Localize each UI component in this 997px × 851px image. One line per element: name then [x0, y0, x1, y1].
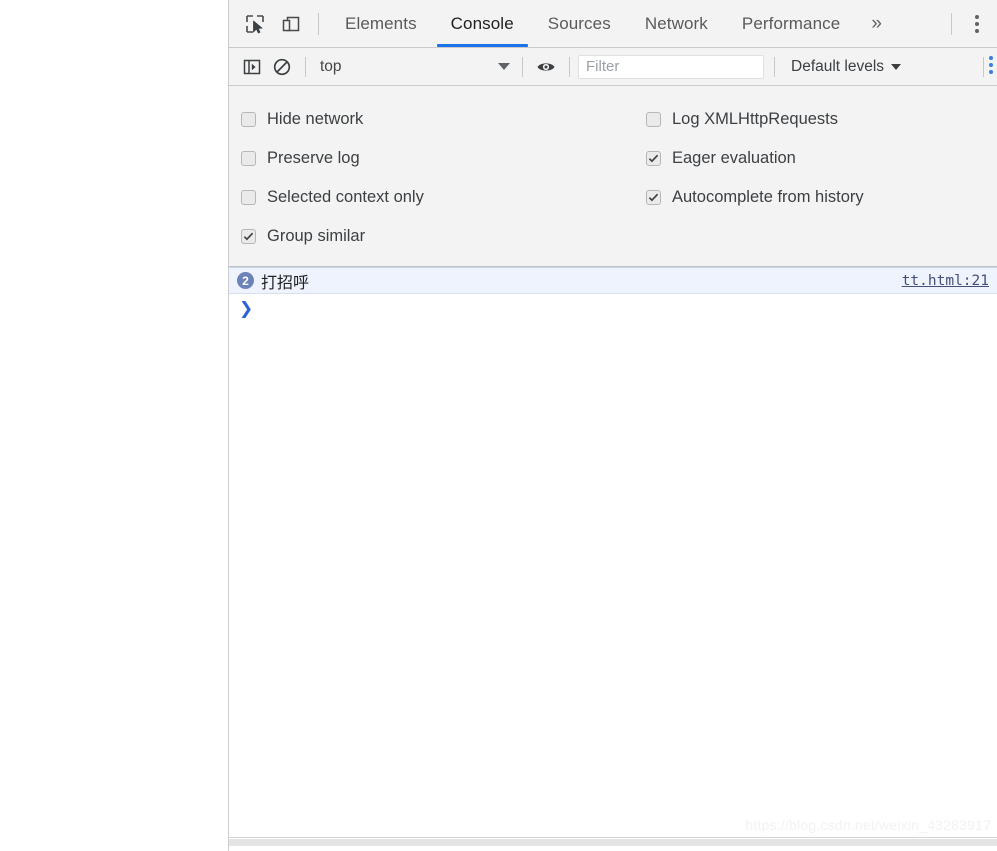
tab-sources-label: Sources [547, 13, 611, 33]
toolbar-divider-5 [983, 56, 984, 77]
settings-dot-1 [989, 55, 993, 60]
preserve-log-checkbox[interactable] [241, 151, 256, 166]
more-tabs-glyph: » [871, 12, 882, 34]
console-horizontal-scrollbar[interactable] [229, 837, 997, 851]
log-levels-selector[interactable]: Default levels [785, 54, 907, 80]
log-levels-label: Default levels [791, 57, 885, 75]
console-prompt-row[interactable]: ❯ [229, 294, 997, 324]
execution-context-selector[interactable]: top [314, 54, 514, 80]
console-message-row[interactable]: 2 打招呼 tt.html:21 [229, 267, 997, 294]
scrollbar-thumb[interactable] [229, 839, 997, 846]
more-tabs-chevron-icon[interactable]: » [857, 6, 896, 42]
kebab-cut-dots [989, 55, 993, 74]
devtools-tabbar: Elements Console Sources Network Perform… [229, 0, 997, 48]
eager-evaluation-label: Eager evaluation [672, 149, 796, 167]
autocomplete-from-history-checkbox[interactable] [646, 190, 661, 205]
console-filter-input[interactable]: Filter [578, 54, 764, 79]
inspect-cursor-icon[interactable] [237, 6, 273, 42]
tabbar-divider-right [951, 12, 952, 35]
autocomplete-from-history-label: Autocomplete from history [672, 188, 864, 206]
tab-performance-label: Performance [741, 13, 841, 33]
console-sidebar-toggle-icon[interactable] [237, 52, 267, 82]
hide-network-label: Hide network [267, 110, 364, 128]
settings-left-column: Hide network Preserve log Selected conte… [229, 100, 641, 256]
page-left-gutter [0, 0, 228, 851]
eager-evaluation-checkbox[interactable] [646, 151, 661, 166]
tabbar-divider [318, 12, 319, 35]
log-xmlhttprequests-label: Log XMLHttpRequests [672, 110, 839, 128]
devtools-window: Elements Console Sources Network Perform… [228, 0, 997, 851]
console-output: 2 打招呼 tt.html:21 ❯ https://blog.csdn.net… [229, 267, 997, 851]
watermark-text: https://blog.csdn.net/weixin_43283917 [745, 817, 991, 833]
screenshot-root: Elements Console Sources Network Perform… [0, 0, 997, 851]
kebab-dot-2 [975, 21, 979, 26]
check-icon [243, 232, 254, 241]
console-message-text: 打招呼 [261, 272, 310, 292]
setting-eager-evaluation[interactable]: Eager evaluation [646, 139, 864, 178]
setting-group-similar[interactable]: Group similar [241, 217, 641, 256]
tab-performance[interactable]: Performance [725, 0, 857, 47]
device-toolbar-icon[interactable] [273, 6, 309, 42]
setting-log-xmlhttprequests[interactable]: Log XMLHttpRequests [646, 100, 864, 139]
tab-console[interactable]: Console [434, 0, 531, 47]
toolbar-divider-1 [305, 56, 306, 77]
check-icon [648, 154, 659, 163]
preserve-log-label: Preserve log [267, 149, 360, 167]
chevron-down-icon [498, 63, 510, 70]
toolbar-divider-3 [569, 56, 570, 77]
live-expression-eye-icon[interactable] [531, 52, 561, 82]
setting-preserve-log[interactable]: Preserve log [241, 139, 641, 178]
tab-network-label: Network [644, 13, 708, 33]
selected-context-only-checkbox[interactable] [241, 190, 256, 205]
log-xmlhttprequests-checkbox[interactable] [646, 112, 661, 127]
selected-context-only-label: Selected context only [267, 188, 424, 206]
setting-hide-network[interactable]: Hide network [241, 100, 641, 139]
tab-elements[interactable]: Elements [328, 0, 434, 47]
toolbar-divider-4 [774, 56, 775, 77]
prompt-chevron-icon: ❯ [239, 298, 254, 319]
group-similar-label: Group similar [267, 227, 366, 245]
tab-network[interactable]: Network [628, 0, 725, 47]
tab-sources[interactable]: Sources [531, 0, 628, 47]
console-message-source-link[interactable]: tt.html:21 [902, 273, 989, 289]
tab-console-label: Console [450, 13, 514, 33]
console-toolbar: top Filter Default levels [229, 48, 997, 86]
setting-selected-context-only[interactable]: Selected context only [241, 178, 641, 217]
setting-autocomplete-from-history[interactable]: Autocomplete from history [646, 178, 864, 217]
clear-console-icon[interactable] [267, 52, 297, 82]
console-settings-pane: Hide network Preserve log Selected conte… [229, 86, 997, 267]
console-empty-area[interactable]: https://blog.csdn.net/weixin_43283917 [229, 324, 997, 851]
execution-context-value: top [320, 57, 342, 75]
message-count-badge: 2 [237, 272, 254, 289]
console-settings-kebab-icon[interactable] [987, 48, 997, 86]
toolbar-divider-2 [522, 56, 523, 77]
settings-dot-2 [989, 62, 993, 67]
kebab-menu-icon[interactable] [961, 6, 993, 42]
console-filter-placeholder: Filter [586, 58, 620, 75]
kebab-dot-1 [975, 14, 979, 19]
chevron-down-icon-levels [891, 63, 902, 70]
tab-elements-label: Elements [345, 13, 417, 33]
check-icon [648, 193, 659, 202]
settings-right-column: Log XMLHttpRequests Eager evaluation Aut… [641, 100, 864, 256]
settings-dot-3 [989, 69, 993, 74]
hide-network-checkbox[interactable] [241, 112, 256, 127]
kebab-dot-3 [975, 28, 979, 33]
group-similar-checkbox[interactable] [241, 229, 256, 244]
